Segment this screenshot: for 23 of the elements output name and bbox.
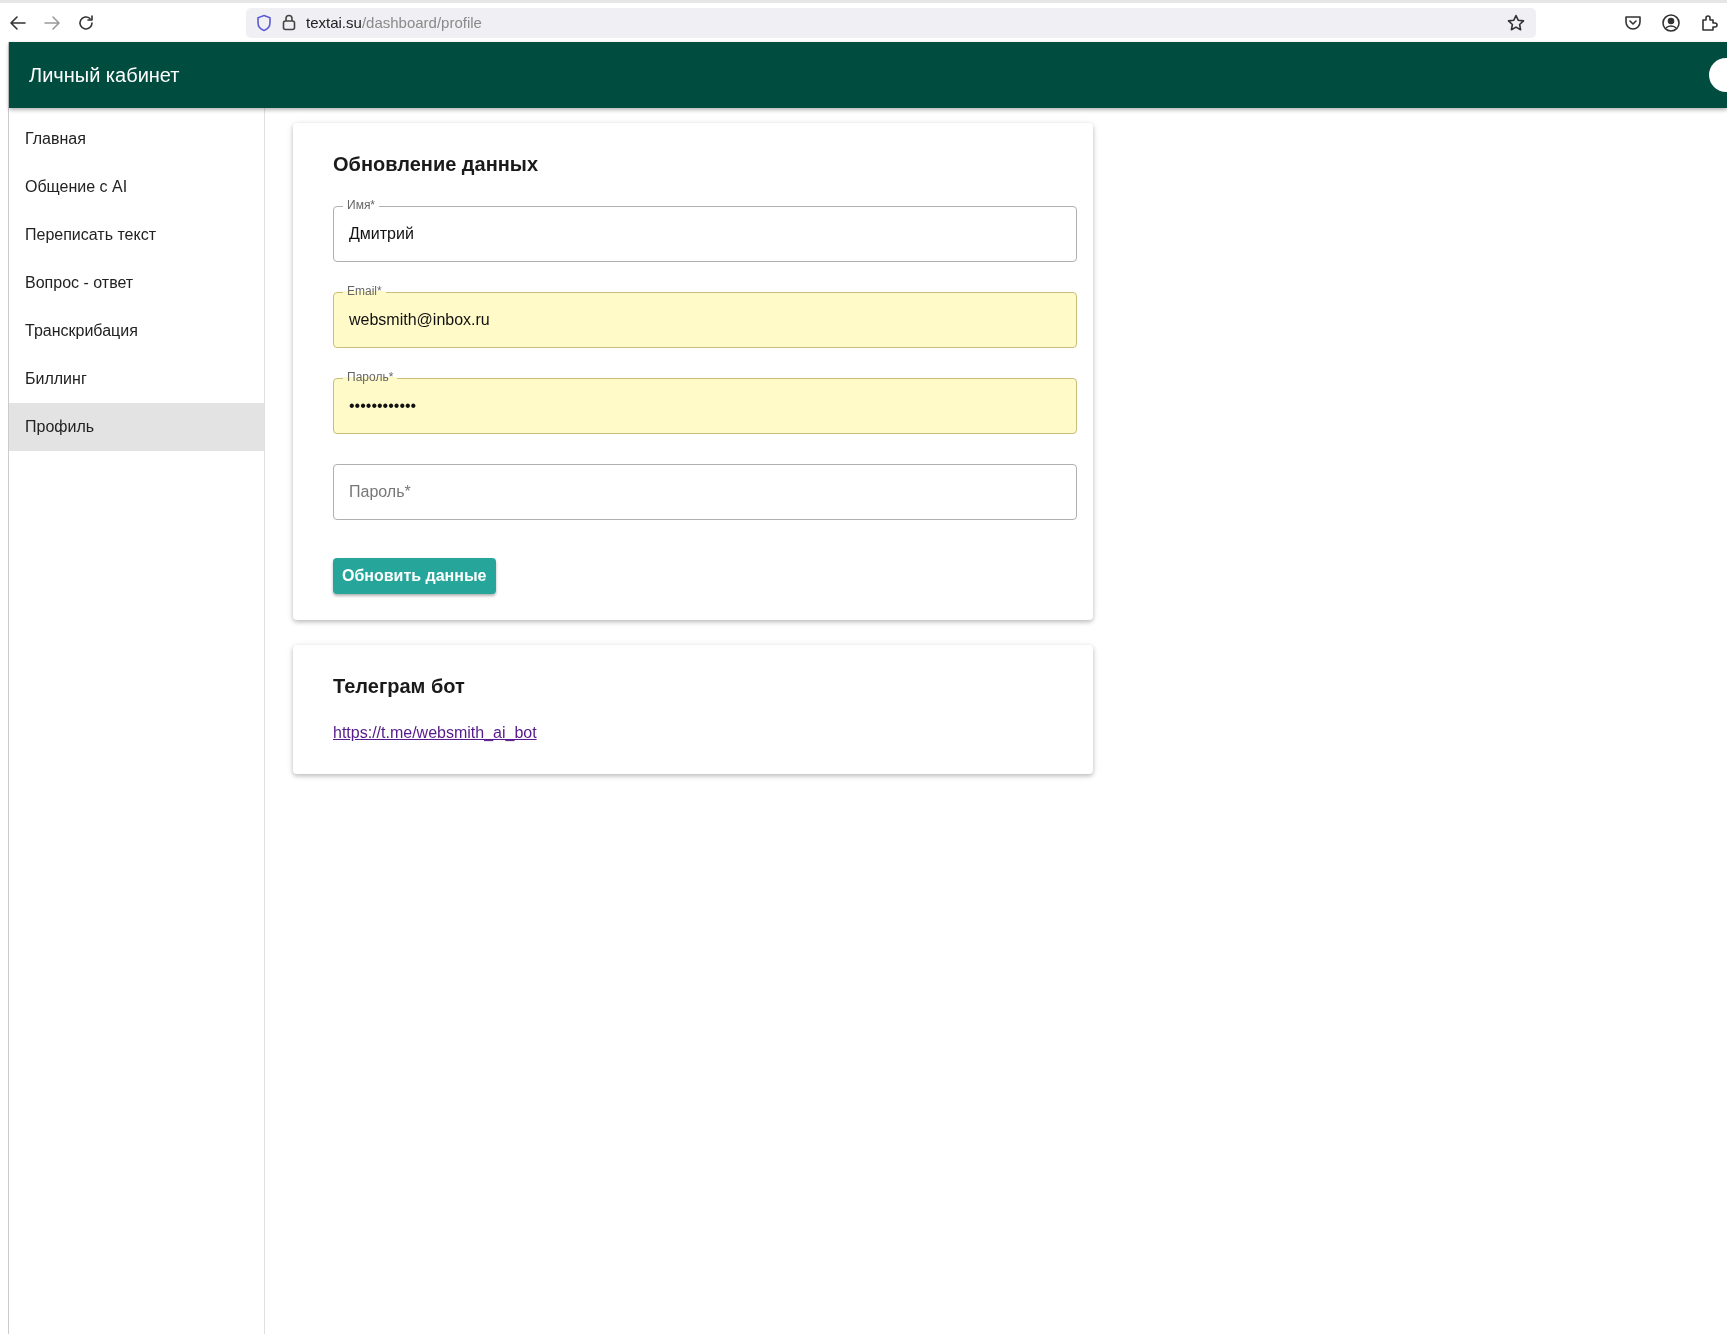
field-label: Email* — [343, 284, 386, 298]
address-bar[interactable]: textai.su/dashboard/profile — [246, 7, 1536, 38]
puzzle-icon[interactable] — [1699, 12, 1719, 33]
sidebar-item[interactable]: Биллинг — [9, 355, 264, 403]
header-title: Личный кабинет — [29, 63, 180, 87]
field-label: Пароль* — [343, 370, 398, 384]
star-icon[interactable] — [1506, 12, 1526, 33]
telegram-link[interactable]: https://t.me/websmith_ai_bot — [333, 724, 537, 742]
sidebar-item[interactable]: Вопрос - ответ — [9, 259, 264, 307]
lock-icon — [282, 14, 296, 31]
account-icon[interactable] — [1661, 12, 1681, 33]
sidebar-item[interactable]: Профиль — [9, 403, 264, 451]
shield-icon — [256, 13, 272, 32]
sidebar-item[interactable]: Общение с AI — [9, 163, 264, 211]
sidebar-item[interactable]: Главная — [9, 115, 264, 163]
sidebar-item[interactable]: Транскрибация — [9, 307, 264, 355]
input-field[interactable]: Пароль* — [333, 464, 1077, 520]
field-label: Имя* — [343, 198, 380, 212]
card-title: Обновление данных — [333, 153, 540, 176]
card-title: Телеграм бот — [333, 675, 466, 698]
url-text: textai.su/dashboard/profile — [306, 14, 483, 31]
sidebar-item[interactable]: Переписать текст — [9, 211, 264, 259]
reload-icon[interactable] — [76, 12, 96, 33]
